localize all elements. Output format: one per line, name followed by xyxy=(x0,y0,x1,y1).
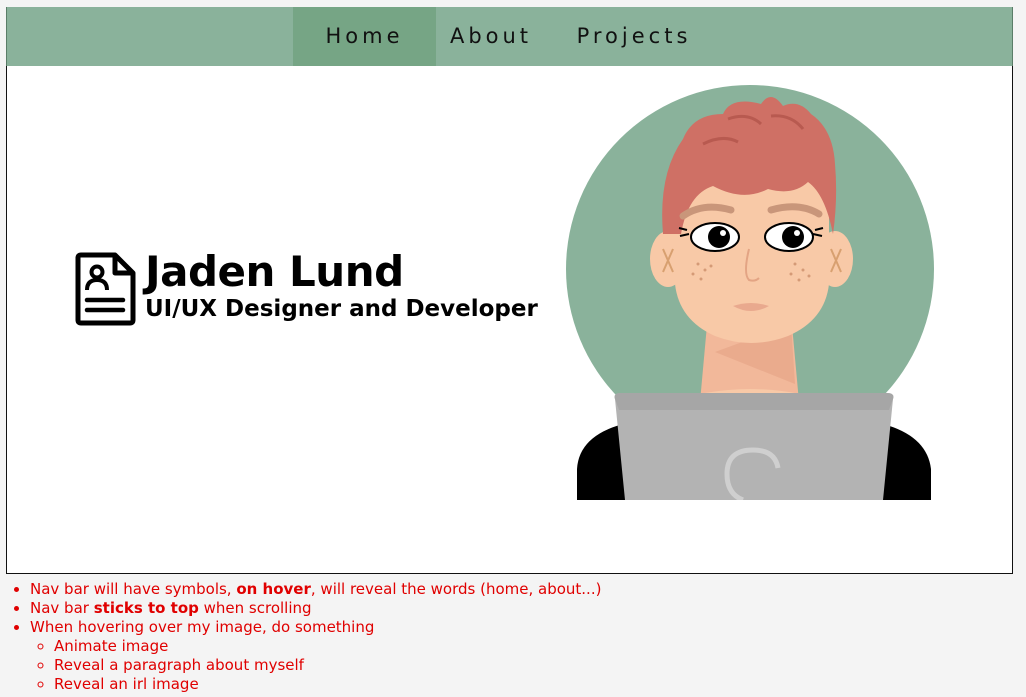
resume-document-icon xyxy=(75,252,136,326)
note-item: Nav bar sticks to top when scrolling xyxy=(30,599,601,618)
note-subitem: Reveal a paragraph about myself xyxy=(54,656,601,675)
notes-list: Nav bar will have symbols, on hover, wil… xyxy=(10,580,601,694)
avatar-illustration[interactable] xyxy=(563,84,943,500)
note-sublist: Animate image Reveal a paragraph about m… xyxy=(30,637,601,694)
note-item: Nav bar will have symbols, on hover, wil… xyxy=(30,580,601,599)
hero-section: Jaden Lund UI/UX Designer and Developer xyxy=(6,66,1013,574)
note-item: When hovering over my image, do somethin… xyxy=(30,618,601,694)
hero-name: Jaden Lund xyxy=(145,247,404,296)
note-subitem: Animate image xyxy=(54,637,601,656)
nav-item-home[interactable]: Home xyxy=(293,7,436,66)
note-subitem: Reveal an irl image xyxy=(54,675,601,694)
nav-item-projects[interactable]: Projects xyxy=(562,7,706,66)
nav-bar: Home About Projects xyxy=(6,7,1013,66)
hero-role: UI/UX Designer and Developer xyxy=(145,296,538,322)
nav-item-about[interactable]: About xyxy=(436,7,546,66)
